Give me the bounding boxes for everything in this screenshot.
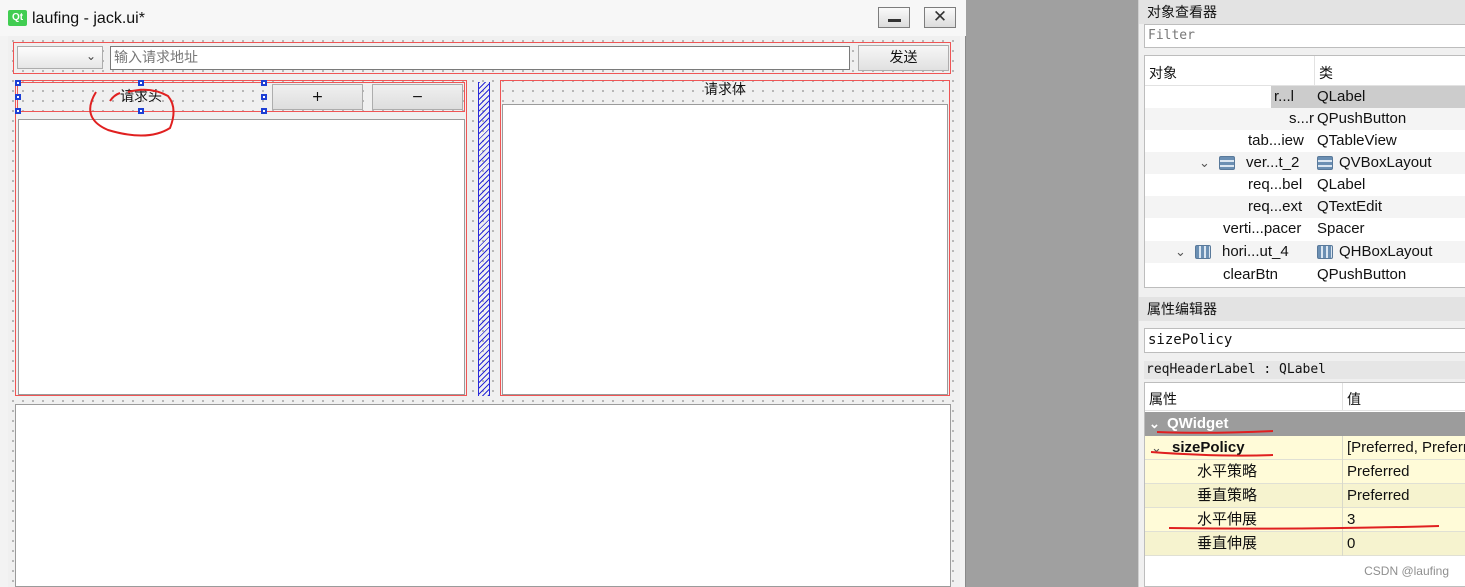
red-annotation-scribble (89, 88, 175, 137)
red-underline-annotations (1150, 430, 1440, 530)
form-editor-window: Qt laufing - jack.ui* ✕ ⌄ 输入请求地址 发送 请求头 … (0, 0, 966, 587)
designer-side-panels: 对象查看器 Filter 对象 类 r...l QLabel s...r QPu… (1138, 0, 1465, 587)
watermark: CSDN @laufing (1364, 564, 1449, 578)
